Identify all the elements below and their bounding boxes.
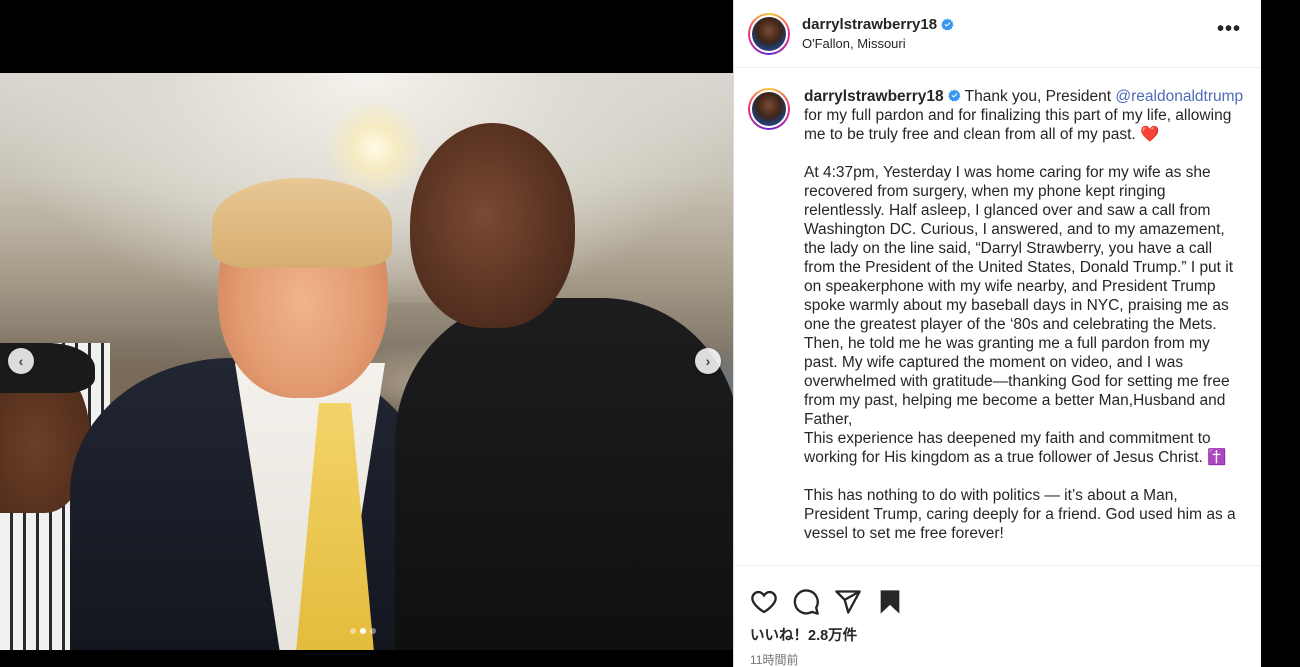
author-username[interactable]: darrylstrawberry18 bbox=[802, 16, 937, 33]
post-actions: いいね！2.8万件 11時間前 bbox=[734, 565, 1261, 667]
caption-part-2: At 4:37pm, Yesterday I was home caring f… bbox=[804, 164, 1234, 466]
carousel-dot bbox=[360, 628, 366, 634]
carousel-prev-button[interactable]: ‹ bbox=[8, 348, 34, 374]
author-avatar[interactable] bbox=[748, 12, 790, 55]
caption-part-1: Thank you, President bbox=[960, 88, 1116, 105]
modal-backdrop-right[interactable] bbox=[1261, 0, 1300, 667]
person-left-hair bbox=[212, 178, 392, 268]
verified-badge-icon bbox=[941, 18, 954, 31]
mention-link[interactable]: @realdonaldtrump bbox=[1115, 88, 1243, 105]
caption-author-avatar[interactable] bbox=[748, 88, 790, 130]
carousel-dot bbox=[370, 628, 376, 634]
bookmark-filled-icon[interactable] bbox=[876, 588, 904, 616]
caption-username[interactable]: darrylstrawberry18 bbox=[804, 88, 944, 105]
author-block: darrylstrawberry18 O'Fallon, Missouri bbox=[802, 16, 954, 51]
person-right-head bbox=[410, 123, 575, 328]
carousel-dot bbox=[350, 628, 356, 634]
share-icon[interactable] bbox=[834, 588, 862, 616]
person-right-body bbox=[395, 298, 733, 650]
carousel-indicator bbox=[350, 628, 376, 634]
post-side-panel: darrylstrawberry18 O'Fallon, Missouri ••… bbox=[733, 0, 1261, 667]
caption-part-3: This has nothing to do with politics — i… bbox=[804, 487, 1236, 542]
cross-emoji: ✝️ bbox=[1207, 449, 1227, 466]
verified-badge-icon bbox=[947, 89, 961, 102]
heart-emoji: ❤️ bbox=[1139, 126, 1160, 143]
more-options-button[interactable]: ••• bbox=[1217, 18, 1241, 41]
heart-outline-icon[interactable] bbox=[750, 588, 778, 616]
caption-text: darrylstrawberry18 Thank you, President … bbox=[804, 87, 1245, 564]
carousel-next-button[interactable]: › bbox=[695, 348, 721, 374]
post-photo[interactable] bbox=[0, 73, 733, 650]
caption-scroll-area[interactable]: darrylstrawberry18 Thank you, President … bbox=[734, 69, 1261, 564]
post-media: ‹ › bbox=[0, 0, 733, 667]
comment-icon[interactable] bbox=[792, 588, 820, 616]
post-location[interactable]: O'Fallon, Missouri bbox=[802, 36, 954, 51]
likes-count[interactable]: いいね！2.8万件 bbox=[734, 624, 1261, 645]
post-header: darrylstrawberry18 O'Fallon, Missouri ••… bbox=[734, 0, 1261, 68]
post-timestamp[interactable]: 11時間前 bbox=[734, 645, 1261, 667]
